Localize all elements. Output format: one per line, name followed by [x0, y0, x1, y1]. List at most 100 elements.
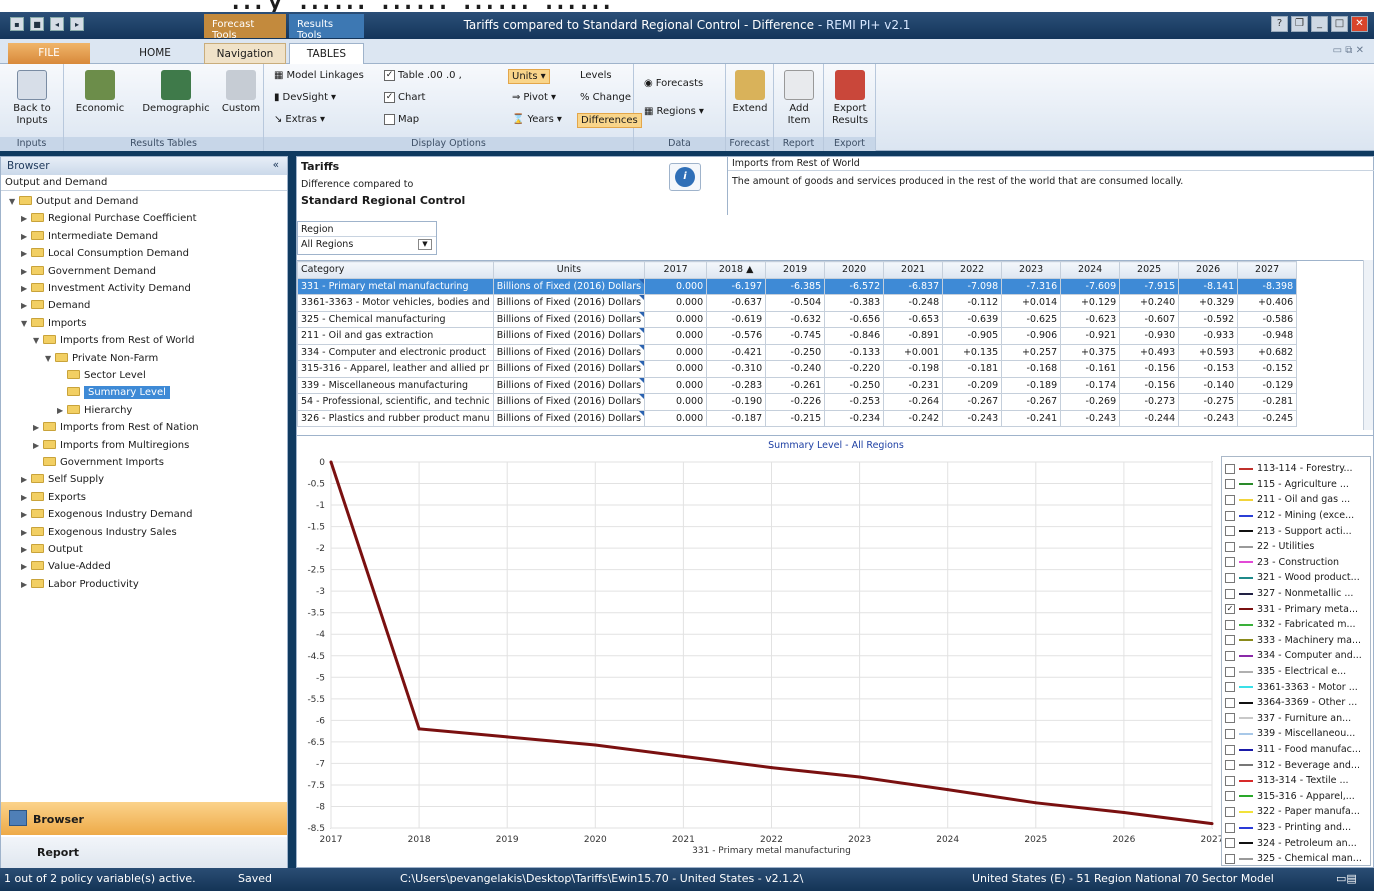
tree-item[interactable]: ▶ Imports from Multiregions [33, 437, 189, 454]
chart-checkbox[interactable]: ✓ [384, 92, 395, 103]
tree-item[interactable]: Summary Level [57, 384, 170, 401]
legend-item[interactable]: 332 - Fabricated m... [1225, 617, 1356, 633]
tree-item[interactable]: ▼ Imports [21, 315, 86, 332]
value-cell[interactable]: -0.625 [1001, 310, 1062, 328]
value-cell[interactable]: -0.906 [1001, 327, 1062, 345]
status-view-icons[interactable]: ▭▤ [1336, 872, 1357, 885]
units-cell[interactable]: Billions of Fixed (2016) Dollars [492, 360, 646, 378]
demographic-button[interactable]: Demographic [140, 70, 212, 115]
value-cell[interactable]: -0.209 [942, 376, 1003, 394]
value-cell[interactable]: 0.000 [644, 294, 708, 312]
value-cell[interactable]: -0.637 [706, 294, 767, 312]
value-cell[interactable]: -0.226 [765, 393, 826, 411]
expand-arrow-icon[interactable]: ▼ [21, 315, 31, 332]
value-cell[interactable]: 0.000 [644, 409, 708, 427]
value-cell[interactable]: -0.231 [883, 376, 944, 394]
collapse-icon[interactable]: « [273, 159, 279, 171]
table-row[interactable]: 326 - Plastics and rubber product manu Bi… [297, 409, 1298, 427]
table-row[interactable]: 211 - Oil and gas extraction Billions of … [297, 327, 1298, 345]
value-cell[interactable]: -0.623 [1060, 310, 1121, 328]
legend-checkbox[interactable] [1225, 479, 1235, 490]
legend-item[interactable]: 3361-3363 - Motor ... [1225, 679, 1358, 695]
value-cell[interactable]: -0.156 [1119, 376, 1180, 394]
tree-item[interactable]: ▶ Hierarchy [57, 402, 132, 419]
economic-button[interactable]: Economic [72, 70, 128, 115]
legend-checkbox[interactable] [1225, 619, 1235, 630]
value-cell[interactable]: -0.152 [1237, 360, 1298, 378]
value-cell[interactable]: -0.586 [1237, 310, 1298, 328]
value-cell[interactable]: -0.250 [824, 376, 885, 394]
value-cell[interactable]: +0.682 [1237, 343, 1298, 361]
legend-item[interactable]: 323 - Printing and... [1225, 820, 1351, 836]
tab-file[interactable]: FILE [8, 43, 90, 64]
units-cell[interactable]: Billions of Fixed (2016) Dollars [492, 343, 646, 361]
value-cell[interactable]: -6.197 [706, 277, 767, 295]
expand-arrow-icon[interactable]: ▼ [33, 332, 43, 349]
value-cell[interactable]: 0.000 [644, 360, 708, 378]
expand-arrow-icon[interactable]: ▶ [21, 558, 31, 575]
value-cell[interactable]: 0.000 [644, 310, 708, 328]
model-linkages-button[interactable]: ▦ Model Linkages [274, 70, 364, 81]
tree-item[interactable]: ▶ Exports [21, 489, 86, 506]
expand-arrow-icon[interactable]: ▶ [21, 506, 31, 523]
expand-arrow-icon[interactable]: ▶ [33, 437, 43, 454]
table-toggle[interactable]: ✓ Table .00 .0 , [384, 70, 462, 81]
tab-navigation[interactable]: Navigation [204, 43, 286, 64]
category-cell[interactable]: 325 - Chemical manufacturing [297, 310, 494, 328]
value-cell[interactable]: -0.273 [1119, 393, 1180, 411]
legend-item[interactable]: 22 - Utilities [1225, 539, 1314, 555]
value-cell[interactable]: -0.421 [706, 343, 767, 361]
value-cell[interactable]: 0.000 [644, 376, 708, 394]
value-cell[interactable]: -0.245 [1237, 409, 1298, 427]
legend-item[interactable]: 333 - Machinery ma... [1225, 633, 1361, 649]
extend-button[interactable]: Extend [730, 70, 770, 115]
legend-item[interactable]: 337 - Furniture an... [1225, 711, 1351, 727]
value-cell[interactable]: -0.310 [706, 360, 767, 378]
region-dropdown[interactable]: All Regions ▼ [298, 237, 436, 253]
value-cell[interactable]: -0.607 [1119, 310, 1180, 328]
differences-button[interactable]: Differences [577, 113, 642, 128]
pct-change-button[interactable]: % Change [580, 92, 631, 103]
value-cell[interactable]: -0.220 [824, 360, 885, 378]
tree-item[interactable]: Government Imports [33, 454, 164, 471]
units-cell[interactable]: Billions of Fixed (2016) Dollars [492, 327, 646, 345]
pivot-button[interactable]: ⇒ Pivot ▾ [512, 92, 556, 103]
value-cell[interactable]: +0.593 [1178, 343, 1239, 361]
legend-item[interactable]: 327 - Nonmetallic ... [1225, 586, 1353, 602]
legend-item[interactable]: 324 - Petroleum an... [1225, 835, 1357, 851]
value-cell[interactable]: -6.837 [883, 277, 944, 295]
expand-arrow-icon[interactable]: ▶ [21, 280, 31, 297]
value-cell[interactable]: -0.653 [883, 310, 944, 328]
levels-button[interactable]: Levels [580, 70, 612, 81]
value-cell[interactable]: -0.161 [1060, 360, 1121, 378]
value-cell[interactable]: -0.140 [1178, 376, 1239, 394]
legend-checkbox[interactable] [1225, 697, 1235, 708]
table-scrollbar[interactable] [1363, 260, 1373, 430]
category-cell[interactable]: 326 - Plastics and rubber product manu [297, 409, 494, 427]
tab-home[interactable]: HOME [120, 43, 190, 64]
legend-item[interactable]: 322 - Paper manufa... [1225, 804, 1360, 820]
legend-item[interactable]: 213 - Support acti... [1225, 523, 1352, 539]
legend-item[interactable]: 113-114 - Forestry... [1225, 461, 1353, 477]
units-cell[interactable]: Billions of Fixed (2016) Dollars [492, 277, 646, 295]
value-cell[interactable]: +0.240 [1119, 294, 1180, 312]
value-cell[interactable]: -7.915 [1119, 277, 1180, 295]
column-header[interactable]: 2019 [765, 261, 826, 279]
value-cell[interactable]: -0.504 [765, 294, 826, 312]
legend-item[interactable]: 211 - Oil and gas ... [1225, 492, 1350, 508]
value-cell[interactable]: +0.329 [1178, 294, 1239, 312]
help-icon[interactable]: ? [1271, 16, 1288, 32]
value-cell[interactable]: -0.243 [942, 409, 1003, 427]
value-cell[interactable]: +0.129 [1060, 294, 1121, 312]
units-cell[interactable]: Billions of Fixed (2016) Dollars [492, 376, 646, 394]
value-cell[interactable]: -7.098 [942, 277, 1003, 295]
category-cell[interactable]: 3361-3363 - Motor vehicles, bodies and [297, 294, 494, 312]
value-cell[interactable]: -0.187 [706, 409, 767, 427]
expand-arrow-icon[interactable]: ▶ [21, 524, 31, 541]
value-cell[interactable]: -0.240 [765, 360, 826, 378]
table-row[interactable]: 339 - Miscellaneous manufacturing Billion… [297, 376, 1298, 394]
value-cell[interactable]: -0.576 [706, 327, 767, 345]
units-button[interactable]: Units ▾ [508, 69, 550, 84]
tab-tables[interactable]: TABLES [289, 43, 364, 64]
expand-arrow-icon[interactable]: ▶ [21, 263, 31, 280]
